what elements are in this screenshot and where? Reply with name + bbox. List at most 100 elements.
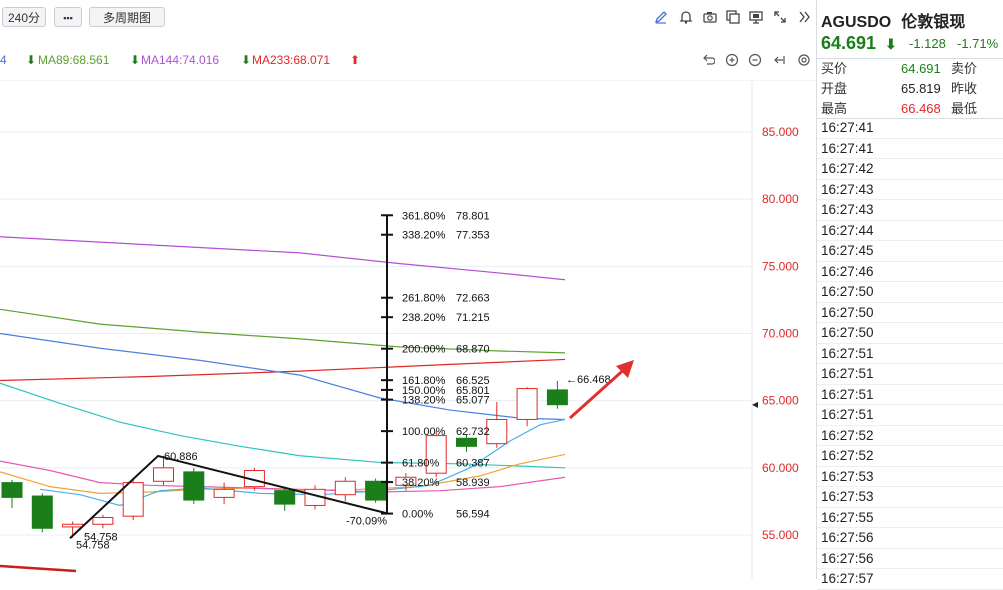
tick-time: 16:27:43 [817, 200, 1003, 221]
down-arrow-icon: ⬇ [26, 53, 37, 67]
symbol-name: 伦敦银现 [901, 14, 966, 31]
fib-pct-label: 138.20% [402, 395, 446, 407]
tick-time: 16:27:51 [817, 364, 1003, 385]
fib-pct-label: 0.00% [402, 509, 433, 521]
ma233-label: MA233:68.071 [252, 53, 331, 67]
shift-left-icon[interactable] [772, 52, 786, 68]
fib-value-label: 62.732 [456, 426, 490, 438]
candle-body [31, 495, 53, 529]
current-price-marker [752, 401, 758, 408]
tick-time: 16:27:51 [817, 385, 1003, 405]
candle-body [334, 480, 356, 496]
multi-period-button[interactable]: 多周期图 [89, 7, 165, 27]
ma144-label: MA144:74.016 [141, 53, 220, 67]
fib-pct-label: 61.80% [402, 458, 440, 470]
tick-time: 16:27:46 [817, 262, 1003, 282]
tick-time: 16:27:55 [817, 508, 1003, 528]
candlestick-chart[interactable]: 85.000 80.000 75.000 70.000 65.000 60.000 55.0… [0, 80, 816, 579]
candle-body [546, 389, 568, 406]
tick-time: 16:27:50 [817, 282, 1003, 303]
down-arrow-icon: ⬇ [885, 36, 897, 52]
fib-pct-label: 338.20% [402, 230, 446, 242]
fib-pct-label: 261.80% [402, 293, 446, 305]
low-price-label-2: 54.758 [84, 531, 118, 543]
fib-value-label: 77.353 [456, 230, 490, 242]
more-options-button[interactable]: ▪▪▪ [54, 7, 82, 27]
tick-time: 16:27:50 [817, 303, 1003, 323]
price-change: -1.128 [909, 36, 946, 51]
fib-value-label: 65.077 [456, 395, 490, 407]
candle-body [274, 490, 296, 505]
candle-body [213, 488, 235, 498]
tick-time: 16:27:53 [817, 467, 1003, 487]
last-price: 64.691 [821, 33, 877, 53]
symbol-header: AGUSDO 伦敦银现 [821, 8, 965, 32]
fib-value-label: 58.939 [456, 477, 490, 489]
zoom-out-icon[interactable] [748, 52, 762, 68]
y-tick-label: 80.000 [762, 192, 799, 206]
tick-time: 16:27:41 [817, 139, 1003, 159]
fib-pct-label: 238.20% [402, 312, 446, 324]
tick-time: 16:27:50 [817, 323, 1003, 344]
open-value: 65.819 [901, 81, 941, 96]
tick-time: 16:27:57 [817, 569, 1003, 590]
candle-body [153, 467, 174, 482]
expand-icon[interactable] [772, 9, 788, 25]
bottom-red-line [0, 564, 77, 573]
monitor-icon[interactable] [748, 9, 764, 25]
timeframe-button[interactable]: 240分 [2, 7, 46, 27]
fib-pct-label: 200.00% [402, 344, 446, 356]
y-axis-labels: 85.000 80.000 75.000 70.000 65.000 60.000 55.0… [752, 125, 799, 542]
ma-prefix: 4 [0, 53, 7, 67]
peak-price-label: 60.886 [164, 451, 198, 463]
pencil-icon[interactable] [653, 9, 669, 25]
tick-time: 16:27:44 [817, 221, 1003, 241]
tick-time: 16:27:43 [817, 180, 1003, 200]
candle-body [62, 523, 84, 528]
settings-gear-icon[interactable] [797, 52, 811, 68]
fib-pct-label: 100.00% [402, 426, 446, 438]
bell-icon[interactable] [678, 9, 694, 25]
down-arrow-icon: ⬇ [130, 53, 141, 67]
candle-body [516, 388, 538, 420]
copy-icon[interactable] [725, 9, 741, 25]
candle-body [486, 418, 508, 445]
camera-icon[interactable] [702, 9, 718, 25]
down-arrow-icon: ⬇ [241, 53, 252, 67]
ma144-line [0, 236, 566, 281]
quote-panel: AGUSDO 伦敦银现 64.691 ⬇ -1.128 -1.71% 买价 64.… [816, 0, 1003, 590]
tick-time: 16:27:56 [817, 549, 1003, 569]
fib-value-label: 78.801 [456, 210, 490, 222]
high-price-label: ←66.468 [566, 374, 611, 386]
tick-time: 16:27:51 [817, 405, 1003, 426]
undo-icon[interactable] [701, 52, 715, 68]
ma89-label: MA89:68.561 [38, 53, 110, 67]
fib-value-label: 71.215 [456, 312, 490, 324]
zoom-in-icon[interactable] [725, 52, 739, 68]
retrace-pct-label: -70.09% [346, 516, 387, 528]
candle-body [183, 471, 205, 501]
y-tick-label: 55.000 [762, 528, 799, 542]
tick-time: 16:27:56 [817, 528, 1003, 549]
collapse-panel-icon[interactable] [796, 9, 812, 25]
tick-time: 16:27:51 [817, 344, 1003, 364]
tick-time: 16:27:45 [817, 241, 1003, 262]
chart-toolbar: 240分 ▪▪▪ 多周期图 [0, 0, 816, 34]
tick-time-list[interactable]: 16:27:41 16:27:41 16:27:42 16:27:43 16:27:43… [817, 118, 1003, 590]
open-row: 开盘 65.819 昨收 [821, 79, 1001, 99]
candle-body [92, 517, 114, 525]
fib-value-label: 56.594 [456, 509, 490, 521]
fib-pct-label: 38.20% [402, 477, 440, 489]
tick-time: 16:27:53 [817, 487, 1003, 508]
bid-row: 买价 64.691 卖价 [821, 59, 1001, 79]
symbol-code: AGUSDO [821, 14, 892, 31]
y-tick-label: 60.000 [762, 461, 799, 475]
candle-body [456, 437, 477, 447]
up-arrow-icon: ⬆ [350, 53, 361, 67]
chart-annotations: ←66.46854.75854.75860.886-70.09% [0, 360, 634, 573]
fib-value-label: 60.387 [456, 458, 490, 470]
y-tick-label: 70.000 [762, 327, 799, 341]
high-row: 最高 66.468 最低 [821, 99, 1001, 119]
y-tick-label: 75.000 [762, 259, 799, 273]
price-change-pct: -1.71% [957, 36, 999, 51]
